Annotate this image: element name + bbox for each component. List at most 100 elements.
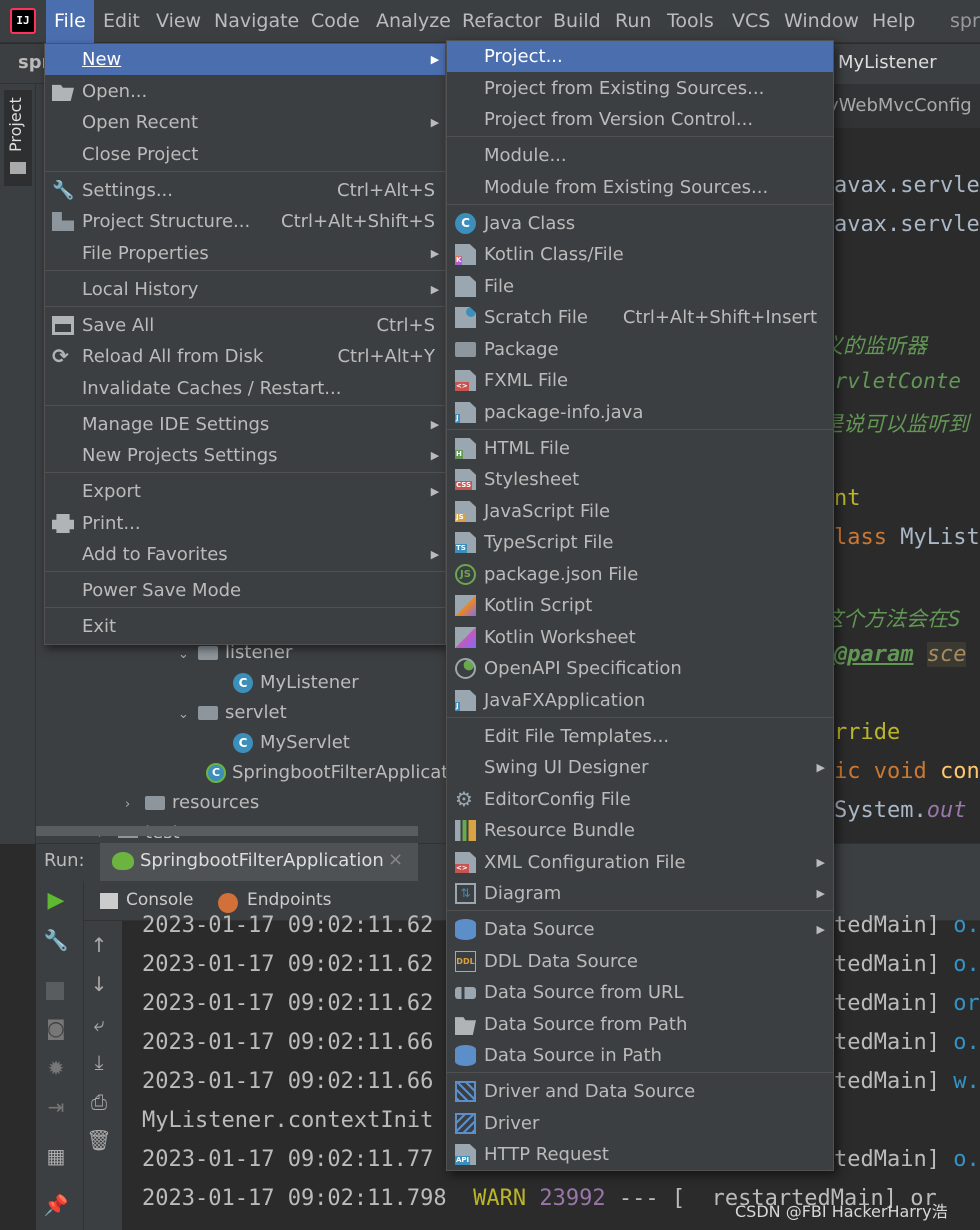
new-driver-and-data-source[interactable]: Driver and Data Source <box>447 1076 833 1107</box>
breadcrumb-item[interactable]: yWebMvcConfig <box>828 95 972 116</box>
new-javafx-application[interactable]: J JavaFXApplication <box>447 685 833 716</box>
wrench-icon[interactable]: 🔧 <box>41 928 71 952</box>
new-project[interactable]: Project... <box>447 41 833 72</box>
file-menu-exit[interactable]: Exit <box>45 611 445 642</box>
scroll-down-icon[interactable]: ↓ <box>84 972 114 996</box>
menu-vcs[interactable]: VCS <box>724 0 778 43</box>
menu-refactor[interactable]: Refactor <box>454 0 550 43</box>
file-menu-local-history[interactable]: Local History ▶ <box>45 274 445 305</box>
file-menu-export[interactable]: Export ▶ <box>45 476 445 507</box>
tree-item-resources[interactable]: › resources <box>125 788 259 818</box>
new-resource-bundle[interactable]: Resource Bundle <box>447 815 833 846</box>
file-menu-open[interactable]: Open... <box>45 76 445 107</box>
menu-item-label: Kotlin Worksheet <box>484 627 636 648</box>
rerun-icon[interactable]: ▶ <box>41 888 71 913</box>
editorconfig-icon: ⚙ <box>455 787 473 811</box>
new-http-request[interactable]: API HTTP Request <box>447 1139 833 1170</box>
file-menu-settings[interactable]: 🔧 Settings... Ctrl+Alt+S <box>45 175 445 206</box>
menu-help[interactable]: Help <box>864 0 923 43</box>
new-openapi-spec[interactable]: OpenAPI Specification <box>447 653 833 684</box>
trash-icon[interactable]: 🗑 <box>84 1128 114 1152</box>
tree-item-mylistener[interactable]: C MyListener <box>233 668 359 698</box>
file-menu-add-to-favorites[interactable]: Add to Favorites ▶ <box>45 539 445 570</box>
tab-console[interactable]: Console <box>126 890 194 910</box>
new-editorconfig-file[interactable]: ⚙ EditorConfig File <box>447 784 833 815</box>
new-data-source-from-url[interactable]: Data Source from URL <box>447 977 833 1008</box>
soft-wrap-icon[interactable]: ⤶ <box>84 1012 114 1036</box>
menu-item-label: Add to Favorites <box>82 544 228 565</box>
new-ddl-data-source[interactable]: DDL DDL Data Source <box>447 946 833 977</box>
editor-tab-mylistener[interactable]: MyListener <box>838 52 937 73</box>
new-edit-file-templates[interactable]: Edit File Templates... <box>447 721 833 752</box>
file-menu-invalidate-caches[interactable]: Invalidate Caches / Restart... <box>45 373 445 404</box>
debug-icon[interactable]: ✹ <box>41 1056 71 1080</box>
new-typescript-file[interactable]: TS TypeScript File <box>447 527 833 558</box>
file-menu-save-all[interactable]: Save All Ctrl+S <box>45 310 445 341</box>
menu-view[interactable]: View <box>148 0 209 43</box>
new-data-source-from-path[interactable]: Data Source from Path <box>447 1009 833 1040</box>
print-icon[interactable]: ⎙ <box>84 1090 114 1114</box>
file-menu-open-recent[interactable]: Open Recent ▶ <box>45 107 445 138</box>
new-package-json[interactable]: JS package.json File <box>447 559 833 590</box>
tree-item-myservlet[interactable]: C MyServlet <box>233 728 350 758</box>
new-package[interactable]: Package <box>447 334 833 365</box>
menu-tools[interactable]: Tools <box>659 0 722 43</box>
file-menu-power-save-mode[interactable]: Power Save Mode <box>45 575 445 606</box>
new-project-from-existing-sources[interactable]: Project from Existing Sources... <box>447 73 833 104</box>
menu-analyze[interactable]: Analyze <box>368 0 459 43</box>
file-menu-file-properties[interactable]: File Properties ▶ <box>45 238 445 269</box>
new-kotlin-script[interactable]: Kotlin Script <box>447 590 833 621</box>
scroll-up-icon[interactable]: ↑ <box>84 933 114 957</box>
menu-edit[interactable]: Edit <box>95 0 148 43</box>
new-xml-configuration-file[interactable]: <> XML Configuration File ▶ <box>447 847 833 878</box>
new-project-from-vcs[interactable]: Project from Version Control... <box>447 104 833 135</box>
new-driver[interactable]: Driver <box>447 1108 833 1139</box>
ts-file-icon: TS <box>455 532 476 553</box>
tree-item-servlet[interactable]: ⌄ servlet <box>178 698 287 728</box>
new-swing-ui-designer[interactable]: Swing UI Designer ▶ <box>447 752 833 783</box>
chevron-down-icon[interactable]: ⌄ <box>178 700 198 730</box>
menu-file[interactable]: File <box>46 0 94 43</box>
new-html-file[interactable]: H HTML File <box>447 433 833 464</box>
file-menu-print[interactable]: Print... <box>45 508 445 539</box>
menu-build[interactable]: Build <box>545 0 609 43</box>
new-data-source-in-path[interactable]: Data Source in Path <box>447 1040 833 1071</box>
tree-item-springboot-app[interactable]: C SpringbootFilterApplicat <box>206 758 446 788</box>
new-stylesheet[interactable]: CSS Stylesheet <box>447 464 833 495</box>
scroll-to-end-icon[interactable]: ⤓ <box>84 1050 114 1074</box>
camera-icon[interactable]: ◙ <box>41 1016 71 1040</box>
project-horizontal-scrollbar[interactable] <box>36 826 418 836</box>
console-line-tail: tedMain] o. <box>834 1030 980 1055</box>
pin-icon[interactable]: 📌 <box>41 1193 71 1217</box>
chevron-right-icon[interactable]: › <box>125 790 145 820</box>
layout-icon[interactable]: ▦ <box>41 1144 71 1168</box>
file-menu-manage-ide-settings[interactable]: Manage IDE Settings ▶ <box>45 409 445 440</box>
menu-window[interactable]: Window <box>776 0 867 43</box>
menu-navigate[interactable]: Navigate <box>206 0 307 43</box>
file-menu-project-structure[interactable]: Project Structure... Ctrl+Alt+Shift+S <box>45 206 445 237</box>
menu-code[interactable]: Code <box>303 0 368 43</box>
new-data-source[interactable]: Data Source ▶ <box>447 914 833 945</box>
new-kotlin-class[interactable]: K Kotlin Class/File <box>447 239 833 270</box>
file-menu-reload-all[interactable]: ⟳ Reload All from Disk Ctrl+Alt+Y <box>45 341 445 372</box>
exit-icon[interactable]: ⇥ <box>41 1095 71 1119</box>
stop-icon[interactable] <box>46 982 64 1000</box>
file-menu-new-projects-settings[interactable]: New Projects Settings ▶ <box>45 440 445 471</box>
file-menu-new[interactable]: New ▶ <box>45 44 445 75</box>
menu-run[interactable]: Run <box>607 0 659 43</box>
menu-item-label: Data Source <box>484 919 595 940</box>
new-java-class[interactable]: C Java Class <box>447 208 833 239</box>
menu-separator <box>45 306 445 307</box>
tab-endpoints[interactable]: Endpoints <box>247 890 332 910</box>
new-file[interactable]: File <box>447 271 833 302</box>
new-javascript-file[interactable]: JS JavaScript File <box>447 496 833 527</box>
new-fxml-file[interactable]: <> FXML File <box>447 365 833 396</box>
close-icon[interactable]: × <box>388 849 403 870</box>
new-package-info[interactable]: J package-info.java <box>447 397 833 428</box>
new-diagram[interactable]: ⇅ Diagram ▶ <box>447 878 833 909</box>
new-module-from-existing-sources[interactable]: Module from Existing Sources... <box>447 172 833 203</box>
new-kotlin-worksheet[interactable]: Kotlin Worksheet <box>447 622 833 653</box>
new-module[interactable]: Module... <box>447 140 833 171</box>
new-scratch-file[interactable]: Scratch File Ctrl+Alt+Shift+Insert <box>447 302 833 333</box>
file-menu-close-project[interactable]: Close Project <box>45 139 445 170</box>
